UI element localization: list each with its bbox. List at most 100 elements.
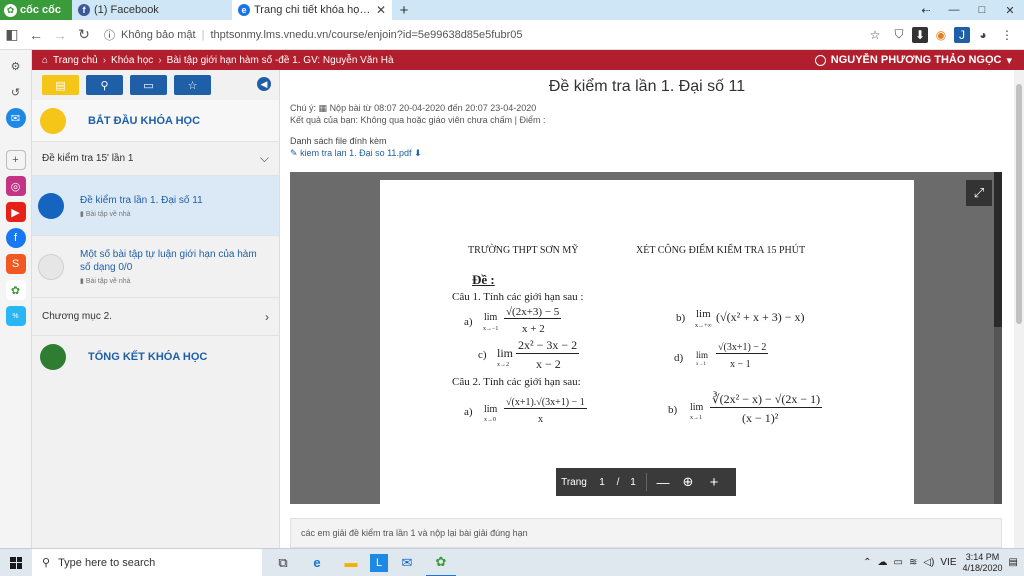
shopee-icon[interactable]: S (5, 254, 26, 274)
mail-icon[interactable]: ✉ (392, 549, 422, 576)
doc-exam: XÉT CÔNG ĐIỂM KIỂM TRA 15 PHÚT (636, 245, 806, 256)
promo-icon[interactable]: % (5, 306, 26, 326)
comment-button[interactable]: ▭ (130, 75, 167, 95)
app-l-icon[interactable]: L (370, 553, 388, 572)
bookmark-star-icon[interactable]: ☆ (864, 24, 886, 46)
page-number-input[interactable]: 1 (592, 477, 612, 488)
address-bar[interactable]: ⓘ Không bảo mật | thptsonmy.lms.vnedu.vn… (104, 23, 724, 47)
zoom-out-button[interactable]: — (651, 475, 675, 490)
fraction-den: x (538, 414, 543, 425)
page-scroll-thumb[interactable] (1016, 84, 1022, 324)
browser-toolbar: ◧ ← → ↻ ⓘ Không bảo mật | thptsonmy.lms.… (0, 20, 1024, 50)
back-button[interactable]: ← (24, 23, 48, 47)
tray-chevron-icon[interactable]: ⌃ (863, 557, 871, 568)
facebook-sidebar-icon[interactable]: f (5, 228, 26, 248)
favorite-button[interactable]: ☆ (174, 75, 211, 95)
course-end[interactable]: TỔNG KẾT KHÓA HỌC (32, 336, 279, 378)
pdf-viewer[interactable]: TRƯỜNG THPT SƠN MỸ XÉT CÔNG ĐIỂM KIỂM TR… (290, 172, 1002, 504)
breadcrumb-home[interactable]: Trang chủ (53, 55, 98, 66)
attachment-link[interactable]: ✎ kiem tra lan 1. Đại so 11.pdf ⬇ (290, 147, 422, 159)
open-external-icon[interactable]: ⤢ (966, 180, 992, 206)
zoom-icon[interactable]: ⊕ (675, 474, 701, 490)
add-panel-icon[interactable]: + (5, 150, 26, 170)
minimize-button[interactable]: — (940, 0, 968, 20)
instagram-icon[interactable]: ◎ (5, 176, 26, 196)
start-button[interactable] (0, 549, 32, 576)
course-panel: ▤ ⚲ ▭ ☆ ◀ BẮT ĐẦU KHÓA HỌC Đề kiểm tra 1… (32, 70, 280, 548)
user-icon (814, 54, 826, 66)
taskbar-search[interactable]: ⚲ Type here to search (32, 548, 262, 576)
collapse-panel-icon[interactable]: ◀ (257, 77, 271, 91)
new-tab-button[interactable]: + (392, 0, 416, 20)
browser-sidebar: ⚙ ↺ ✉ + ◎ ▶ f S ✿ % (0, 50, 32, 548)
lesson-title: Đề kiểm tra lần 1. Đại số 11 (80, 194, 203, 206)
extension-j-icon[interactable]: J (954, 26, 970, 43)
history-icon[interactable]: ↺ (6, 82, 26, 102)
viewer-scroll-thumb[interactable] (994, 172, 1002, 327)
menu-icon[interactable]: ⋮ (996, 24, 1018, 46)
browser-brand[interactable]: ✿ cốc cốc (0, 0, 72, 20)
breadcrumb-current[interactable]: Bài tập giới hạn hàm số -đề 1. GV: Nguyễ… (167, 55, 394, 66)
task-view-icon[interactable]: ⧉ (268, 549, 298, 576)
clock-time: 3:14 PM (965, 551, 1000, 562)
lesson-dot (38, 192, 64, 219)
back-arrow-icon[interactable]: ⇠ (912, 0, 940, 20)
messenger-icon[interactable]: ✉ (5, 108, 26, 128)
volume-icon[interactable]: ◁) (923, 557, 934, 568)
lesson-item[interactable]: Đề kiểm tra lần 1. Đại số 11 ▮ Bài tập v… (32, 176, 279, 236)
tab-course[interactable]: e Trang chi tiết khóa học: Bài tậ ✕ (232, 0, 392, 20)
chevron-right-icon: › (158, 54, 162, 66)
fraction-den: x − 1 (730, 359, 751, 370)
download-icon[interactable]: ⬇ (912, 26, 928, 43)
coccoc-icon[interactable]: ✿ (5, 280, 26, 300)
coccoc-taskbar-icon[interactable]: ✿ (426, 549, 456, 576)
notifications-icon[interactable]: ▤ (1009, 557, 1018, 568)
maximize-button[interactable]: □ (968, 0, 996, 20)
close-tab-icon[interactable]: ✕ (376, 3, 386, 17)
notes-button[interactable]: ▤ (42, 75, 79, 95)
section-1[interactable]: Đề kiểm tra 15' lần 1 ⌵ (32, 142, 279, 176)
section-2[interactable]: Chương mục 2. › (32, 298, 279, 336)
user-menu[interactable]: NGUYỄN PHƯƠNG THẢO NGỌC ▾ (814, 54, 1024, 67)
start-dot (40, 107, 66, 134)
battery-icon[interactable]: ▭ (894, 557, 903, 568)
wifi-icon[interactable]: ≋ (909, 557, 917, 568)
shield-icon[interactable]: ⛉ (888, 24, 910, 46)
note-label: Chú ý: (290, 103, 317, 113)
reload-button[interactable]: ↻ (72, 23, 96, 47)
forward-button[interactable]: → (48, 23, 72, 47)
extension-icon[interactable]: ◉ (930, 24, 952, 46)
youtube-icon[interactable]: ▶ (5, 202, 26, 222)
profile-avatar-icon[interactable]: ◕ (972, 24, 994, 46)
course-start[interactable]: BẮT ĐẦU KHÓA HỌC (32, 100, 279, 142)
settings-gear-icon[interactable]: ⚙ (6, 56, 26, 76)
edge-page-icon: e (238, 4, 250, 16)
sidebar-toggle-icon[interactable]: ◧ (0, 23, 24, 47)
clock[interactable]: 3:14 PM 4/18/2020 (963, 552, 1003, 574)
home-icon: ⌂ (42, 54, 49, 66)
close-window-button[interactable]: ✕ (996, 0, 1024, 20)
zoom-in-button[interactable]: + (701, 474, 727, 491)
edge-icon[interactable]: e (302, 549, 332, 576)
page-total: 1 (630, 476, 636, 488)
fraction-num: √(x+1).√(3x+1) − 1 (504, 397, 587, 409)
lim-sub: x→0 (484, 417, 496, 423)
attachment-button[interactable]: ⚲ (86, 75, 123, 95)
attachments-label: Danh sách file đính kèm (290, 136, 387, 146)
lim-sub: x→−1 (483, 326, 499, 332)
language-indicator[interactable]: VIE (940, 557, 956, 568)
breadcrumb: ⌂ Trang chủ › Khóa học › Bài tập giới hạ… (42, 55, 394, 66)
lesson-sub: ▮ Bài tập về nhà (80, 277, 264, 285)
breadcrumb-courses[interactable]: Khóa học (111, 55, 153, 66)
lesson-item[interactable]: Một số bài tập tự luận giới hạn của hàm … (32, 236, 279, 298)
teacher-comment: các em giải đề kiểm tra lần 1 và nộp lại… (290, 518, 1002, 548)
file-explorer-icon[interactable]: ▬ (336, 549, 366, 576)
course-panel-toolbar: ▤ ⚲ ▭ ☆ ◀ (32, 70, 279, 100)
section-title: Đề kiểm tra 15' lần 1 (42, 153, 134, 164)
expression: (√(x² + x + 3) − x) (716, 310, 805, 324)
cloud-icon[interactable]: ☁ (878, 557, 888, 568)
caret-down-icon: ▾ (1006, 54, 1012, 67)
part-label: c) (478, 349, 487, 361)
part-label: b) (668, 404, 678, 416)
tab-facebook[interactable]: f (1) Facebook (72, 0, 232, 20)
